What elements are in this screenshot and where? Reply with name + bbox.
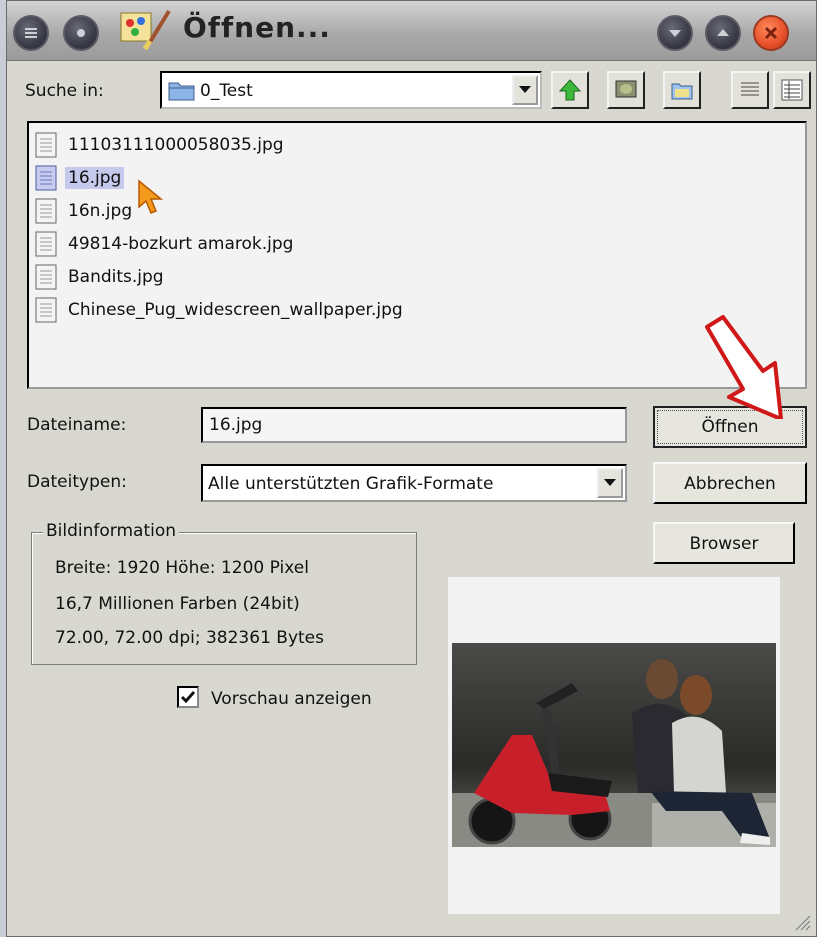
arrow-up-icon xyxy=(558,79,582,101)
filetype-dropdown[interactable]: Alle unterstützten Grafik-Formate xyxy=(201,464,627,502)
title-bar[interactable]: Öffnen... xyxy=(7,1,816,61)
look-in-label: Suche in: xyxy=(25,81,104,101)
chevron-down-icon xyxy=(604,479,616,486)
file-name: 16.jpg xyxy=(65,167,125,189)
maximize-button[interactable] xyxy=(705,15,741,51)
dot-icon xyxy=(77,29,85,37)
image-resolution: 72.00, 72.00 dpi; 382361 Bytes xyxy=(55,628,324,648)
file-name: 49814-bozkurt amarok.jpg xyxy=(68,234,294,254)
file-icon xyxy=(35,165,57,191)
preview-image xyxy=(452,643,776,847)
menu-icon xyxy=(25,28,37,38)
file-list[interactable]: 11103111000058035.jpg 16.jpg 16n.jpg 498… xyxy=(27,121,807,389)
image-colors: 16,7 Millionen Farben (24bit) xyxy=(55,594,300,614)
desktop-button[interactable] xyxy=(607,71,645,109)
resize-grip-icon[interactable] xyxy=(790,910,812,932)
close-icon xyxy=(764,26,778,40)
look-in-dropdown-arrow[interactable] xyxy=(512,75,538,105)
file-item[interactable]: 11103111000058035.jpg xyxy=(35,131,287,159)
file-item[interactable]: Bandits.jpg xyxy=(35,263,167,291)
filetype-value: Alle unterstützten Grafik-Formate xyxy=(208,474,494,494)
file-item[interactable]: 49814-bozkurt amarok.jpg xyxy=(35,230,296,258)
file-name: 16n.jpg xyxy=(68,201,133,221)
details-view-icon xyxy=(781,79,803,101)
file-name: 11103111000058035.jpg xyxy=(68,135,284,155)
window-menu-button[interactable] xyxy=(13,15,49,51)
window-title: Öffnen... xyxy=(183,11,331,44)
file-name: Bandits.jpg xyxy=(68,267,164,287)
hand-cursor-icon xyxy=(138,179,164,214)
preview-pane xyxy=(448,577,780,914)
up-folder-button[interactable] xyxy=(551,71,589,109)
new-folder-button[interactable] xyxy=(663,71,701,109)
file-item-selected[interactable]: 16.jpg xyxy=(35,164,125,192)
file-icon xyxy=(35,264,57,290)
chevron-up-icon xyxy=(717,29,729,36)
new-folder-icon xyxy=(671,83,693,100)
filename-label: Dateiname: xyxy=(27,415,127,435)
minimize-button[interactable] xyxy=(657,15,693,51)
file-name: Chinese_Pug_widescreen_wallpaper.jpg xyxy=(68,300,403,320)
filetype-label: Dateitypen: xyxy=(27,472,127,492)
chevron-down-icon xyxy=(519,86,531,93)
close-button[interactable] xyxy=(753,15,789,51)
look-in-dropdown[interactable]: 0_Test xyxy=(160,71,542,109)
list-view-icon xyxy=(741,82,759,96)
cancel-button[interactable]: Abbrechen xyxy=(653,462,807,504)
details-view-button[interactable] xyxy=(773,71,811,109)
filename-input[interactable]: 16.jpg xyxy=(201,407,627,443)
file-item[interactable]: Chinese_Pug_widescreen_wallpaper.jpg xyxy=(35,296,406,324)
filetype-dropdown-arrow[interactable] xyxy=(597,468,623,498)
image-dimensions: Breite: 1920 Höhe: 1200 Pixel xyxy=(55,558,309,578)
preview-checkbox[interactable] xyxy=(177,686,199,708)
annotation-arrow-icon xyxy=(705,315,783,419)
file-icon xyxy=(35,231,57,257)
file-icon xyxy=(35,198,57,224)
sticky-button[interactable] xyxy=(63,15,99,51)
look-in-value: 0_Test xyxy=(200,81,253,101)
file-icon xyxy=(35,297,57,323)
folder-icon xyxy=(168,82,195,101)
open-dialog: Öffnen... Suche in: 0_Test 1110311100005… xyxy=(6,0,817,937)
desktop-icon xyxy=(615,80,637,98)
preview-checkbox-label: Vorschau anzeigen xyxy=(211,689,372,709)
browser-button[interactable]: Browser xyxy=(653,522,795,564)
paint-app-icon xyxy=(120,9,171,51)
file-item[interactable]: 16n.jpg xyxy=(35,197,135,225)
checkmark-icon xyxy=(180,691,196,704)
file-icon xyxy=(35,132,57,158)
image-info-legend: Bildinformation xyxy=(43,521,180,541)
chevron-down-icon xyxy=(669,30,681,37)
list-view-button[interactable] xyxy=(731,71,769,109)
